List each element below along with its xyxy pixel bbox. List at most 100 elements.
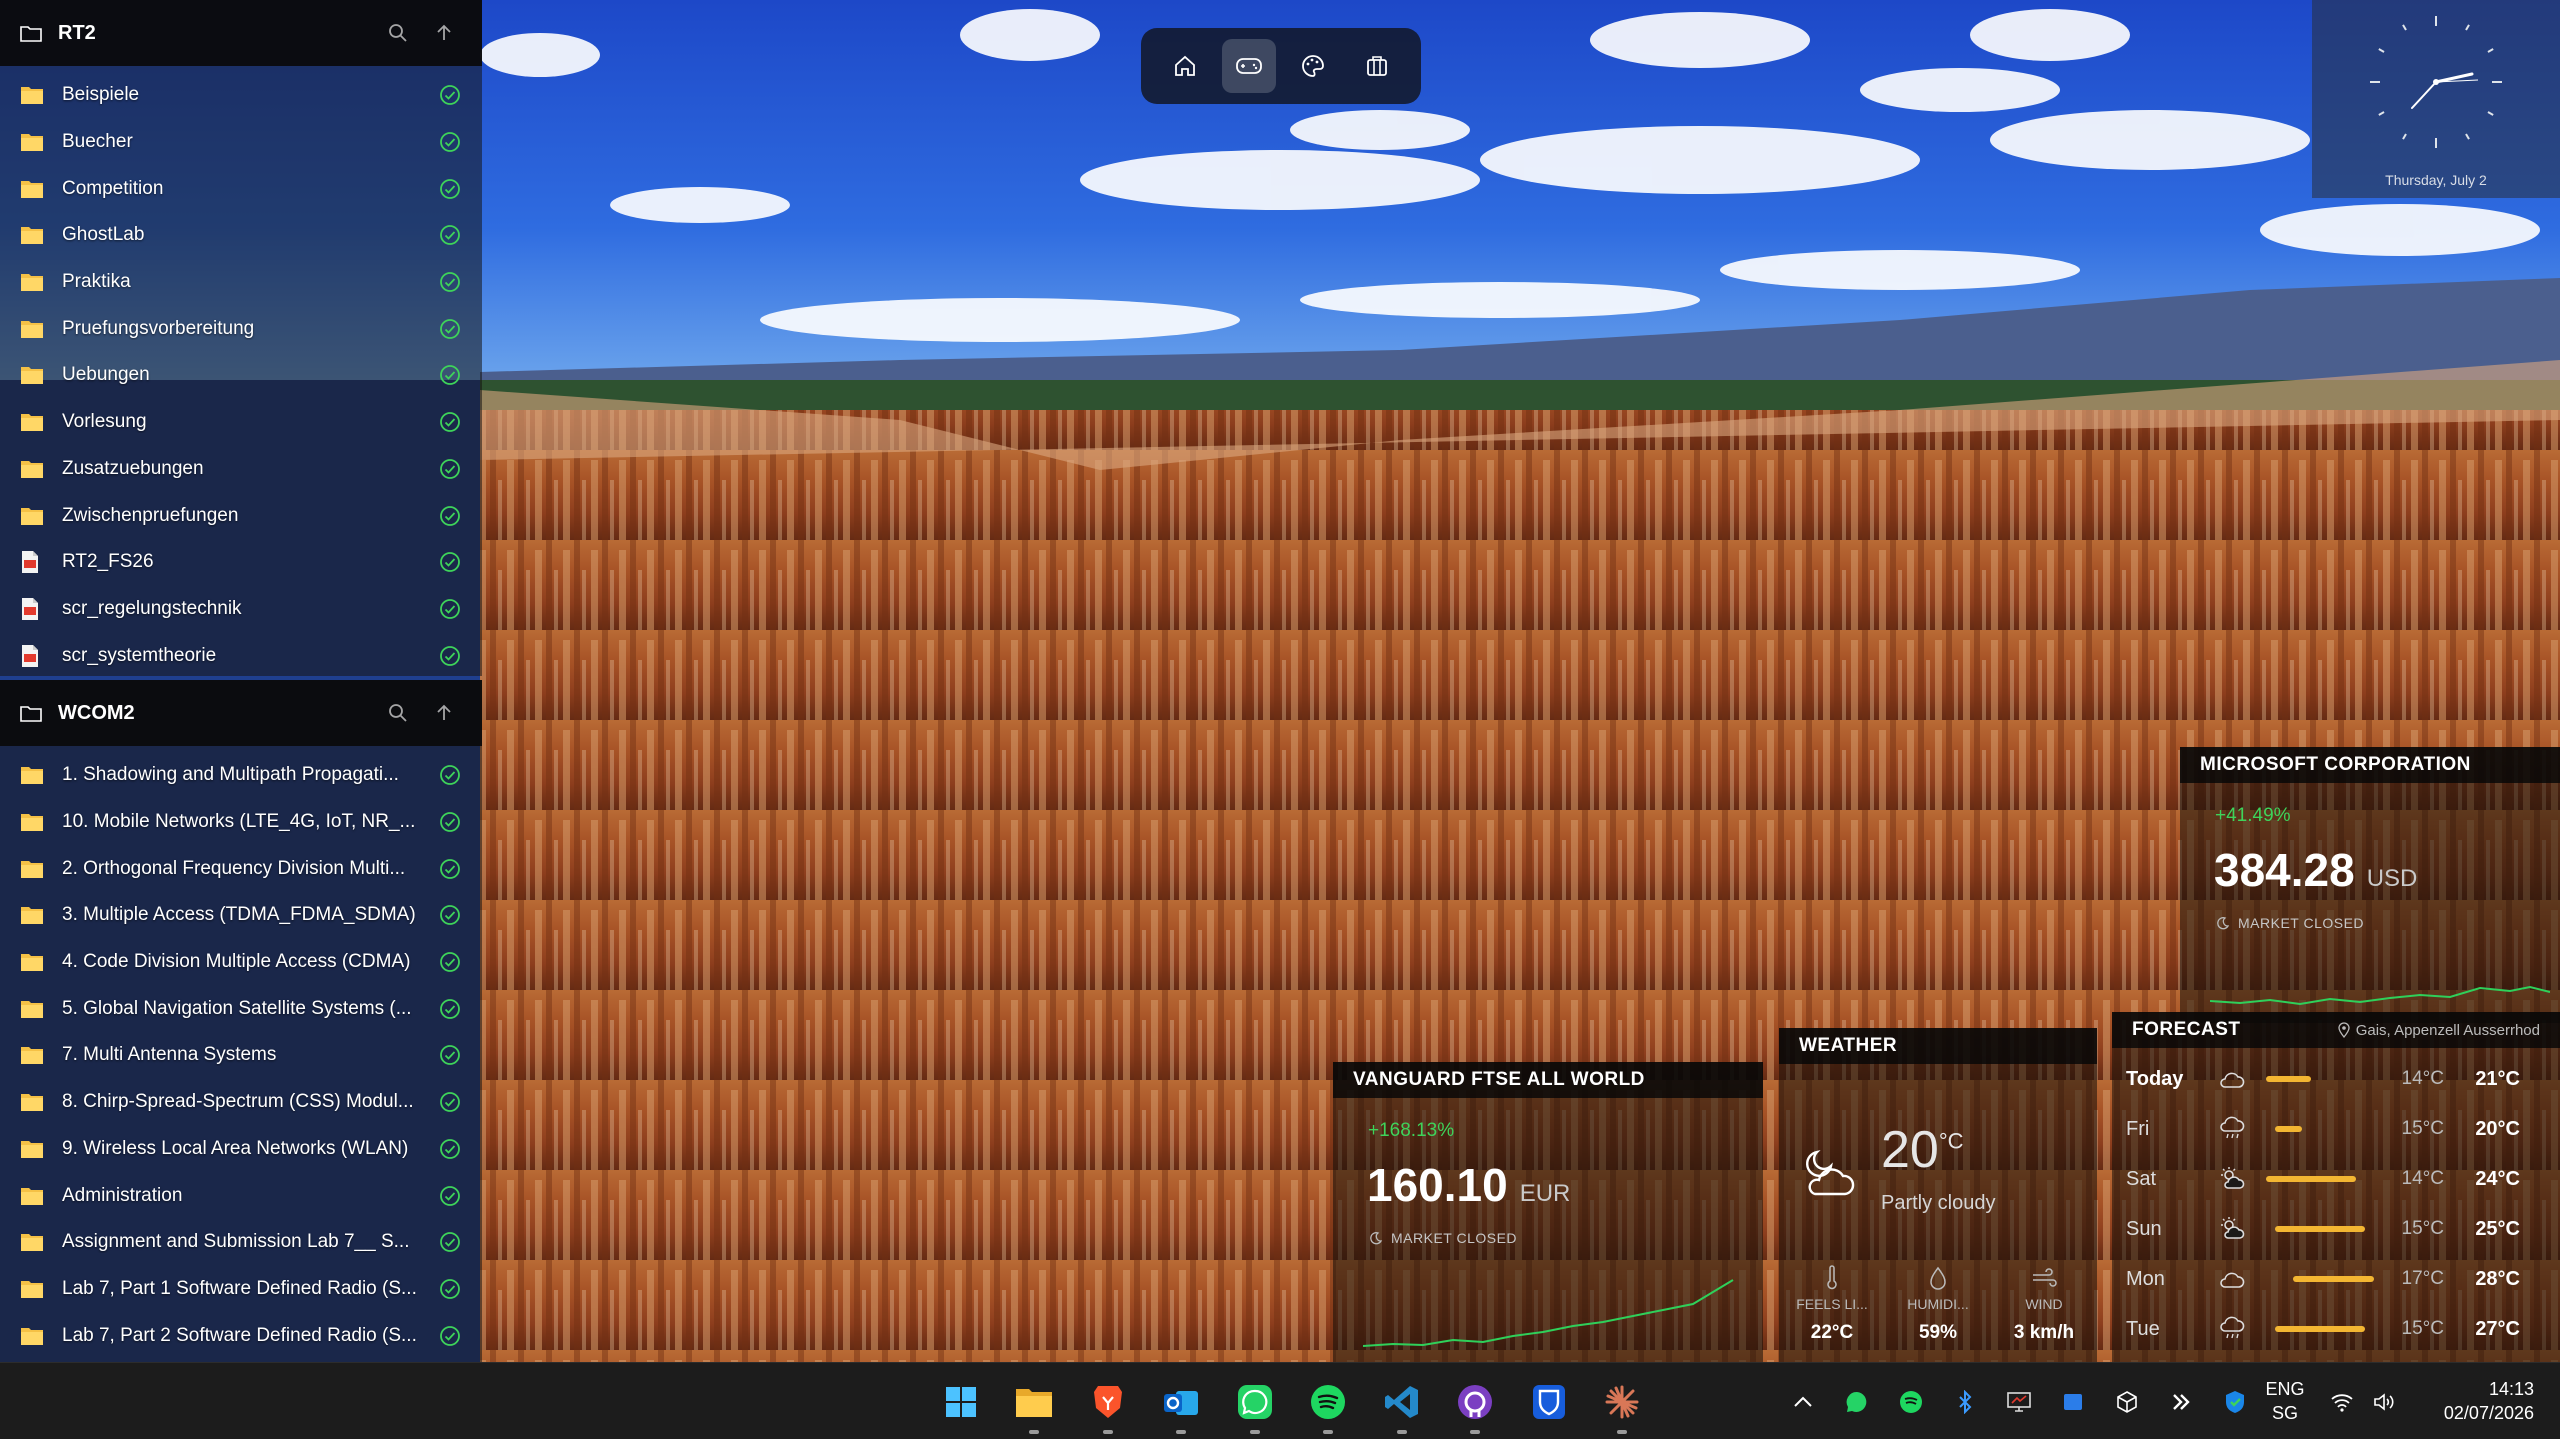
thermometer-icon bbox=[1787, 1264, 1877, 1292]
sync-check-icon bbox=[438, 83, 462, 107]
claude-tray-icon[interactable] bbox=[2154, 1363, 2208, 1439]
stock-widget-vanguard[interactable]: VANGUARD FTSE ALL WORLD +168.13% 160.10 E… bbox=[1333, 1062, 1763, 1362]
running-indicator bbox=[1396, 1430, 1407, 1434]
folder-item[interactable]: Beispiele bbox=[0, 72, 482, 119]
folder-item[interactable]: Uebungen bbox=[0, 352, 482, 399]
folder-item[interactable]: 1. Shadowing and Multipath Propagati... bbox=[0, 752, 482, 799]
clock-datetime[interactable]: 14:13 02/07/2026 bbox=[2444, 1377, 2534, 1425]
temperature-range-bar bbox=[2266, 1326, 2374, 1332]
forecast-row: Today 14°C 21°C bbox=[2112, 1054, 2560, 1104]
folder-item[interactable]: Lab 7, Part 2 Software Defined Radio (S.… bbox=[0, 1312, 482, 1359]
nav-home-button[interactable] bbox=[1158, 39, 1212, 93]
file-item[interactable]: scr_systemtheorie bbox=[0, 632, 482, 679]
folder-item[interactable]: 10. Mobile Networks (LTE_4G, IoT, NR_... bbox=[0, 799, 482, 846]
search-icon[interactable] bbox=[380, 15, 416, 51]
display-icon[interactable] bbox=[1992, 1363, 2046, 1439]
stock-sparkline bbox=[1363, 1279, 1734, 1347]
nav-work-button[interactable] bbox=[1350, 39, 1404, 93]
file-item[interactable]: scr_regelungstechnik bbox=[0, 586, 482, 633]
folder-item[interactable]: Buecher bbox=[0, 119, 482, 166]
taskbar-app-vscode[interactable] bbox=[1365, 1363, 1439, 1439]
folder-icon bbox=[20, 411, 46, 433]
widget-title: FORECAST bbox=[2132, 1019, 2241, 1040]
defender-icon[interactable] bbox=[2208, 1363, 2262, 1439]
folder-item[interactable]: Zusatzuebungen bbox=[0, 446, 482, 493]
sync-check-icon bbox=[438, 950, 462, 974]
clock-tick bbox=[2465, 133, 2470, 140]
whatsapp-tray-icon[interactable] bbox=[1830, 1363, 1884, 1439]
folder-item[interactable]: Zwischenpruefungen bbox=[0, 492, 482, 539]
bluetooth-icon[interactable] bbox=[1938, 1363, 1992, 1439]
folder-item[interactable]: 8. Chirp-Spread-Spectrum (CSS) Modul... bbox=[0, 1079, 482, 1126]
onedrive-icon[interactable] bbox=[2046, 1363, 2100, 1439]
sync-check-icon bbox=[438, 997, 462, 1021]
item-label: 2. Orthogonal Frequency Division Multi..… bbox=[62, 857, 406, 879]
home-icon bbox=[1175, 55, 1195, 76]
folder-item[interactable]: Administration bbox=[0, 1172, 482, 1219]
nav-games-button[interactable] bbox=[1222, 39, 1276, 93]
folder-item[interactable]: 4. Code Division Multiple Access (CDMA) bbox=[0, 939, 482, 986]
stock-widget-msft[interactable]: MICROSOFT CORPORATION +41.49% 384.28 USD … bbox=[2180, 747, 2560, 1023]
folder-item[interactable]: 7. Multi Antenna Systems bbox=[0, 1032, 482, 1079]
weather-condition: Partly cloudy bbox=[1881, 1192, 1996, 1214]
partly-sunny-icon bbox=[2210, 1216, 2254, 1242]
file-item[interactable]: RT2_FS26 bbox=[0, 539, 482, 586]
taskbar-app-claude[interactable] bbox=[1586, 1363, 1660, 1439]
clock-face bbox=[2370, 16, 2502, 148]
up-arrow-icon[interactable] bbox=[426, 695, 462, 731]
clock-minute-hand bbox=[2411, 81, 2437, 109]
taskbar: ENG SG 14:13 02/07/2026 bbox=[0, 1362, 2560, 1439]
item-label: 8. Chirp-Spread-Spectrum (CSS) Modul... bbox=[62, 1091, 414, 1113]
analog-clock-widget: Thursday, July 2 bbox=[2312, 0, 2560, 198]
weather-widget[interactable]: WEATHER 20°C Partly cloudy FEELS LI... 2… bbox=[1779, 1028, 2097, 1362]
folder-item[interactable]: Pruefungsvorbereitung bbox=[0, 305, 482, 352]
search-icon[interactable] bbox=[380, 695, 416, 731]
clock-tick bbox=[2465, 24, 2470, 31]
taskbar-app-file-explorer[interactable] bbox=[998, 1363, 1072, 1439]
folder-item[interactable]: 2. Orthogonal Frequency Division Multi..… bbox=[0, 845, 482, 892]
forecast-location: Gais, Appenzell Ausserrhod bbox=[2338, 1022, 2540, 1039]
folder-item[interactable]: 9. Wireless Local Area Networks (WLAN) bbox=[0, 1126, 482, 1173]
taskbar-app-github-desktop[interactable] bbox=[1439, 1363, 1513, 1439]
nav-themes-button[interactable] bbox=[1286, 39, 1340, 93]
droplet-icon bbox=[1893, 1264, 1983, 1292]
clock-tick bbox=[2402, 24, 2407, 31]
bitwarden-icon bbox=[1532, 1384, 1566, 1420]
folder-outline-icon bbox=[20, 22, 46, 44]
cube-icon[interactable] bbox=[2100, 1363, 2154, 1439]
wind-stat: WIND 3 km/h bbox=[1999, 1264, 2089, 1344]
item-label: Buecher bbox=[62, 131, 133, 153]
taskbar-app-bitwarden[interactable] bbox=[1512, 1363, 1586, 1439]
folder-item[interactable]: Competition bbox=[0, 165, 482, 212]
taskbar-app-spotify[interactable] bbox=[1292, 1363, 1366, 1439]
forecast-widget[interactable]: FORECAST Gais, Appenzell Ausserrhod Toda… bbox=[2112, 1012, 2560, 1362]
forecast-low: 15°C bbox=[2401, 1318, 2444, 1339]
taskbar-app-outlook[interactable] bbox=[1145, 1363, 1219, 1439]
taskbar-app-whatsapp[interactable] bbox=[1218, 1363, 1292, 1439]
rain-icon bbox=[2210, 1316, 2254, 1342]
language-indicator[interactable]: ENG SG bbox=[2260, 1377, 2310, 1425]
sync-check-icon bbox=[438, 457, 462, 481]
clock-tick bbox=[2378, 48, 2385, 53]
quick-settings[interactable] bbox=[2330, 1363, 2396, 1439]
taskbar-app-windows-start[interactable] bbox=[924, 1363, 998, 1439]
range-fill bbox=[2274, 1326, 2366, 1332]
spotify-tray-icon[interactable] bbox=[1884, 1363, 1938, 1439]
folder-item[interactable]: GhostLab bbox=[0, 212, 482, 259]
taskbar-app-brave[interactable] bbox=[1071, 1363, 1145, 1439]
pdf-file-icon bbox=[20, 597, 46, 620]
folder-icon bbox=[20, 1278, 46, 1300]
folder-item[interactable]: 5. Global Navigation Satellite Systems (… bbox=[0, 985, 482, 1032]
forecast-row: Sun 15°C 25°C bbox=[2112, 1204, 2560, 1254]
forecast-day: Sun bbox=[2126, 1217, 2162, 1240]
sync-check-icon bbox=[438, 363, 462, 387]
up-arrow-icon[interactable] bbox=[426, 15, 462, 51]
folder-item[interactable]: Assignment and Submission Lab 7__ S... bbox=[0, 1219, 482, 1266]
chevron-up-icon[interactable] bbox=[1776, 1363, 1830, 1439]
folder-item[interactable]: 3. Multiple Access (TDMA_FDMA_SDMA) bbox=[0, 892, 482, 939]
item-label: Competition bbox=[62, 177, 164, 199]
folder-item[interactable]: Lab 7, Part 1 Software Defined Radio (S.… bbox=[0, 1266, 482, 1313]
folder-item[interactable]: Vorlesung bbox=[0, 399, 482, 446]
folder-item[interactable]: Praktika bbox=[0, 259, 482, 306]
cloud-icon bbox=[2210, 1268, 2254, 1290]
